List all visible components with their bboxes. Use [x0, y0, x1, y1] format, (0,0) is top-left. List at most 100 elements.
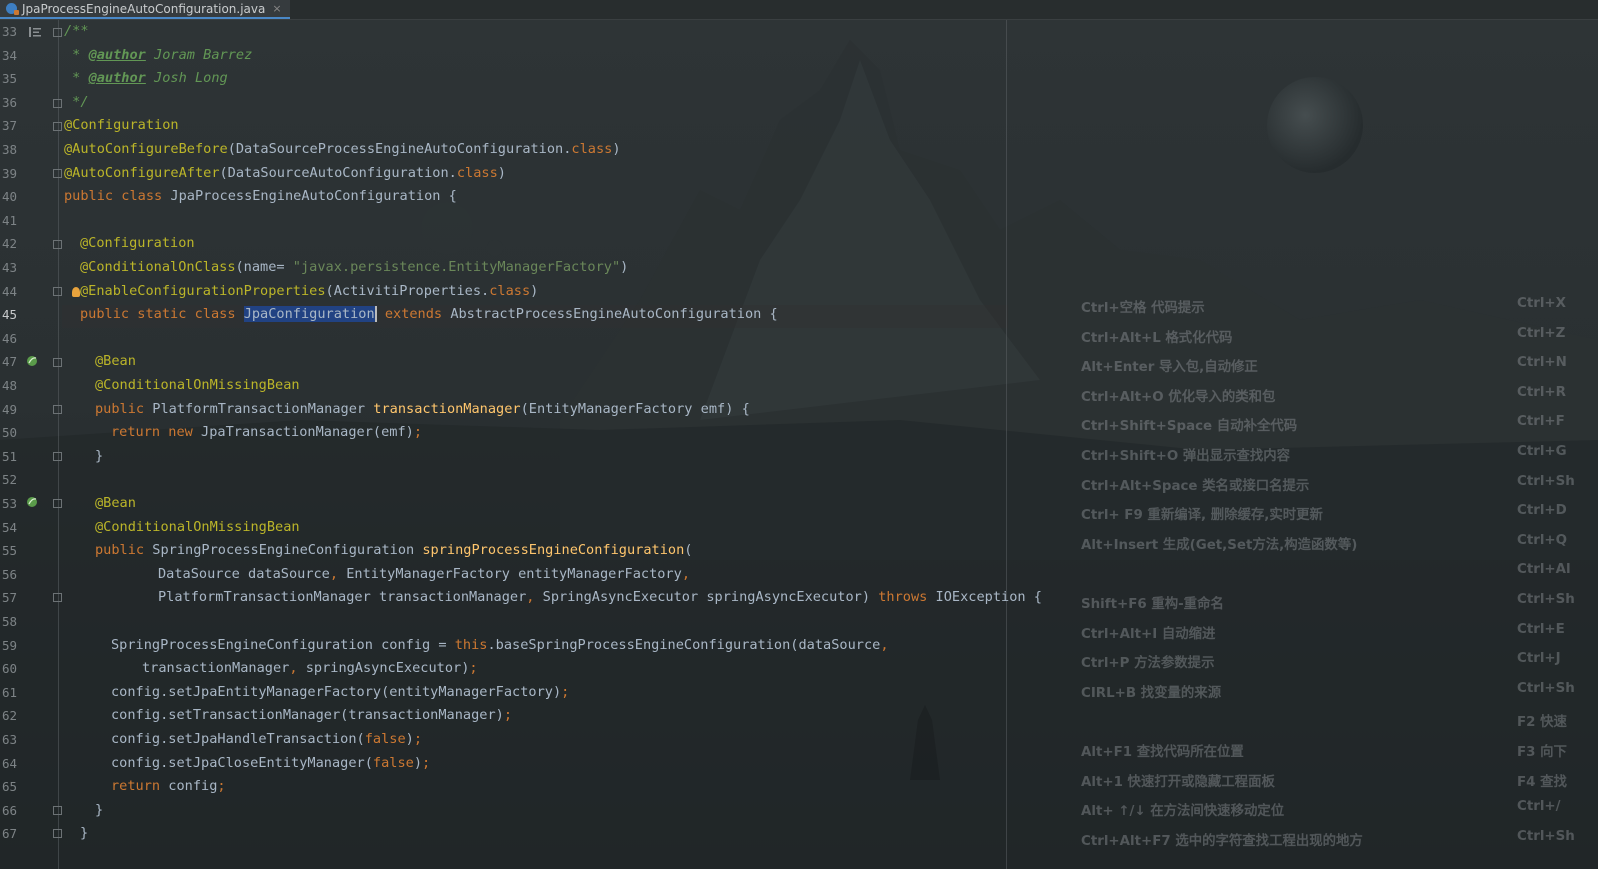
intention-bulb-icon[interactable]	[72, 287, 80, 297]
code-line-66: }	[95, 801, 104, 818]
line-number[interactable]: 40	[2, 187, 20, 207]
shortcut-hint: Ctrl+Alt+F7 选中的字符查找工程出现的地方	[1081, 833, 1363, 849]
code-line-39: @AutoConfigureAfter(DataSourceAutoConfig…	[64, 164, 506, 181]
code-line-61: config.setJpaEntityManagerFactory(entity…	[111, 683, 570, 700]
fold-marker[interactable]	[53, 806, 62, 815]
code-line-65: return config;	[111, 778, 226, 795]
line-number[interactable]: 46	[2, 329, 20, 349]
shortcut-hint: Alt+F1 查找代码所在位置	[1081, 745, 1244, 760]
spring-bean-icon[interactable]	[26, 496, 38, 508]
fold-marker[interactable]	[53, 169, 62, 178]
code-line-48: @ConditionalOnMissingBean	[95, 377, 300, 393]
fold-marker[interactable]	[53, 829, 62, 838]
code-line-51: }	[95, 447, 104, 464]
shortcut-hint: F3 向下	[1517, 745, 1567, 760]
shortcut-hint: Ctrl+F	[1517, 414, 1565, 430]
line-number[interactable]: 53	[2, 494, 20, 514]
shortcut-hint: Ctrl+R	[1517, 384, 1566, 400]
spring-bean-icon[interactable]	[26, 355, 38, 367]
line-number[interactable]: 50	[2, 423, 20, 443]
line-number[interactable]: 42	[2, 234, 20, 254]
fold-marker[interactable]	[53, 122, 62, 131]
line-number[interactable]: 47	[2, 352, 20, 372]
line-number[interactable]: 65	[2, 777, 20, 797]
code-line-45: public static class JpaConfiguration ext…	[80, 306, 778, 323]
line-number[interactable]: 33	[2, 22, 20, 42]
shortcut-hint: Alt+Enter 导入包,自动修正	[1081, 360, 1258, 376]
shortcut-hint: Ctrl+Sh	[1517, 828, 1575, 844]
line-number[interactable]: 52	[2, 470, 20, 490]
shortcut-hint: CIRL+B 找变量的来源	[1081, 685, 1222, 701]
line-number[interactable]: 34	[2, 46, 20, 66]
shortcut-hint: Ctrl+X	[1517, 296, 1566, 311]
tab-title: JpaProcessEngineAutoConfiguration.java	[22, 1, 266, 16]
shortcut-hint: Ctrl+/	[1517, 799, 1561, 815]
shortcut-hint: Ctrl+Sh	[1517, 592, 1575, 607]
shortcut-hint: Ctrl+G	[1517, 444, 1567, 459]
line-number[interactable]: 39	[2, 164, 20, 184]
editor-tab[interactable]: JpaProcessEngineAutoConfiguration.java ×	[0, 0, 290, 19]
editor-gutter[interactable]: 33 34 35 36 37 38 39 40 41 42 43 44 45 46 47 48 49 50 51 52…	[0, 20, 62, 869]
javadoc-render-icon[interactable]	[29, 27, 41, 37]
code-line-40: public class JpaProcessEngineAutoConfigu…	[64, 188, 457, 205]
line-number[interactable]: 59	[2, 636, 20, 656]
shortcut-hint: Ctrl+Shift+O 弹出显示查找内容	[1081, 449, 1291, 464]
line-number[interactable]: 56	[2, 565, 20, 585]
code-line-57: PlatformTransactionManager transactionMa…	[158, 589, 1042, 606]
fold-marker[interactable]	[53, 358, 62, 367]
line-number[interactable]: 66	[2, 801, 20, 821]
shortcut-hint: Ctrl+空格 代码提示	[1081, 301, 1205, 316]
line-number[interactable]: 61	[2, 683, 20, 703]
code-line-34: * @author Joram Barrez	[64, 46, 253, 63]
shortcut-hint: Ctrl+Alt+I 自动缩进	[1081, 626, 1216, 642]
fold-marker[interactable]	[53, 499, 62, 508]
code-line-38: @AutoConfigureBefore(DataSourceProcessEn…	[64, 141, 621, 157]
code-line-33: /**	[64, 23, 89, 39]
fold-marker[interactable]	[53, 99, 62, 108]
code-line-60: transactionManager, springAsyncExecutor)…	[142, 660, 478, 677]
line-number[interactable]: 64	[2, 754, 20, 774]
shortcut-hint: Alt+ ↑/↓ 在方法间快速移动定位	[1081, 804, 1285, 820]
fold-marker[interactable]	[53, 240, 62, 249]
line-number[interactable]: 49	[2, 400, 20, 420]
shortcut-hint: Shift+F6 重构-重命名	[1081, 597, 1224, 612]
code-line-55: public SpringProcessEngineConfiguration …	[95, 542, 693, 559]
fold-marker[interactable]	[53, 405, 62, 414]
line-number[interactable]: 45	[2, 305, 20, 325]
right-margin-guide	[1006, 20, 1007, 869]
fold-marker[interactable]	[53, 452, 62, 461]
code-line-62: config.setTransactionManager(transaction…	[111, 707, 513, 724]
code-line-53: @Bean	[95, 495, 136, 511]
line-number[interactable]: 54	[2, 518, 20, 538]
editor-tab-bar: JpaProcessEngineAutoConfiguration.java ×	[0, 0, 1598, 20]
shortcut-hint: F4 查找	[1517, 774, 1567, 790]
line-number[interactable]: 43	[2, 258, 20, 278]
line-number[interactable]: 60	[2, 659, 20, 679]
code-line-36: */	[64, 93, 89, 110]
line-number[interactable]: 58	[2, 612, 20, 632]
line-number[interactable]: 63	[2, 730, 20, 750]
line-number[interactable]: 37	[2, 116, 20, 136]
line-number[interactable]: 62	[2, 706, 20, 726]
shortcut-hint: Ctrl+J	[1517, 651, 1561, 667]
fold-marker[interactable]	[53, 28, 62, 37]
line-number[interactable]: 48	[2, 376, 20, 396]
line-number[interactable]: 51	[2, 447, 20, 467]
shortcut-hint: Ctrl+Shift+Space 自动补全代码	[1081, 419, 1298, 435]
shortcut-hint: Ctrl+D	[1517, 503, 1567, 519]
line-number[interactable]: 35	[2, 69, 20, 89]
line-number[interactable]: 41	[2, 211, 20, 231]
close-tab-icon[interactable]: ×	[272, 2, 281, 15]
code-line-44: @EnableConfigurationProperties(ActivitiP…	[80, 282, 539, 299]
line-number[interactable]: 36	[2, 93, 20, 113]
line-number[interactable]: 67	[2, 824, 20, 844]
fold-marker[interactable]	[53, 593, 62, 602]
fold-marker[interactable]	[53, 287, 62, 296]
line-number[interactable]: 44	[2, 282, 20, 302]
line-number[interactable]: 38	[2, 140, 20, 160]
code-line-43: @ConditionalOnClass(name= "javax.persist…	[80, 259, 629, 275]
line-number[interactable]: 57	[2, 588, 20, 608]
line-number[interactable]: 55	[2, 541, 20, 561]
shortcut-hint: Ctrl+P 方法参数提示	[1081, 656, 1215, 672]
shortcut-hint: Ctrl+Z	[1517, 325, 1566, 341]
